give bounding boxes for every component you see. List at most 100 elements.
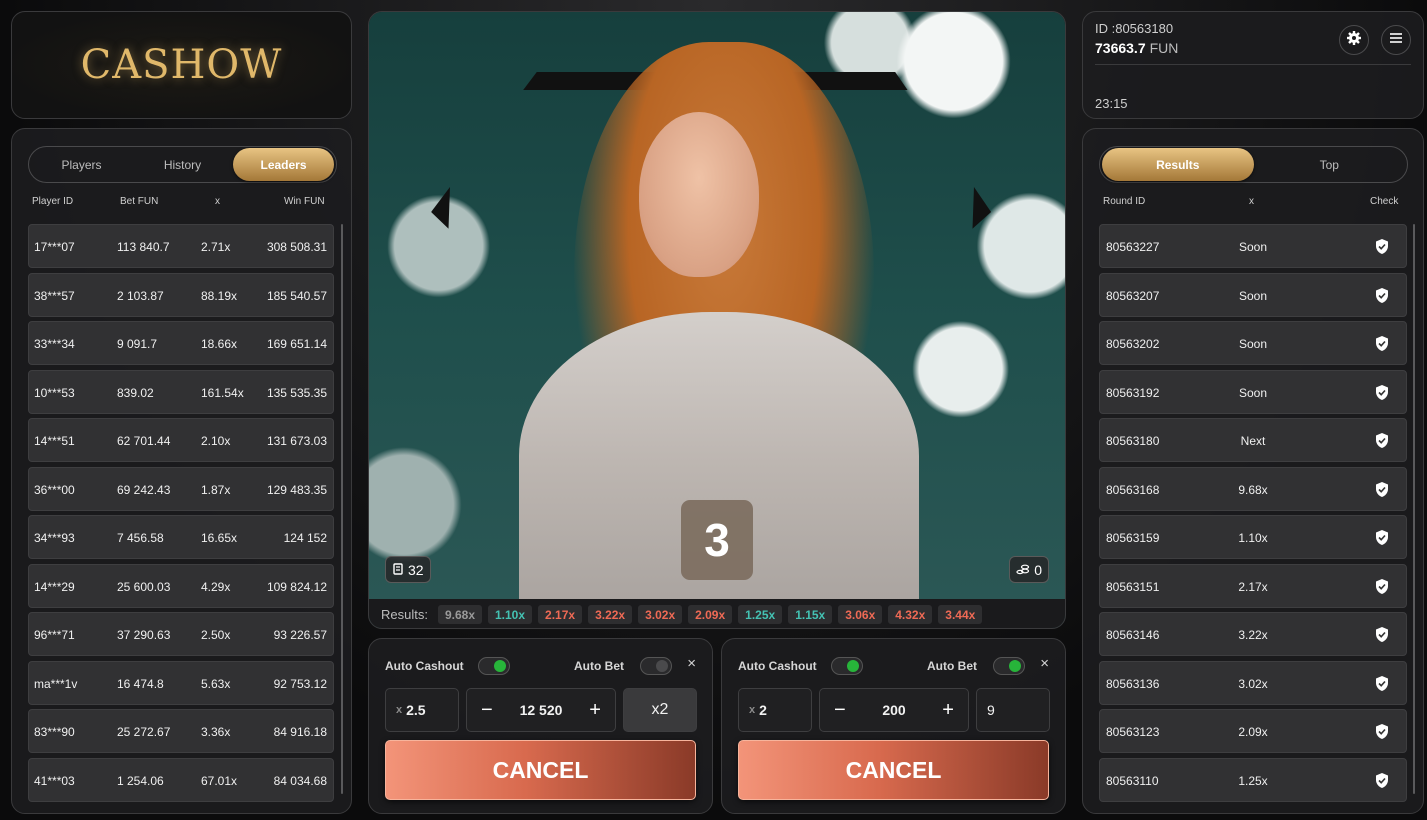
tab-top[interactable]: Top (1254, 148, 1406, 181)
table-row: 80563151 2.17x (1099, 563, 1407, 608)
player-id: 14***51 (34, 434, 75, 448)
table-row: ma***1v 16 474.8 5.63x 92 753.12 (28, 660, 334, 705)
bets-count-badge[interactable]: 0 (1009, 556, 1049, 583)
auto-cashout-input[interactable]: x 2.5 (385, 688, 459, 732)
toggle-knob (494, 660, 506, 672)
players-count-value: 32 (408, 561, 424, 578)
shield-check-icon[interactable] (1374, 529, 1390, 546)
bet-amount: 2 103.87 (117, 288, 164, 303)
countdown-timer: 3 (681, 500, 753, 580)
round-id: 80563180 (1106, 434, 1160, 448)
shield-check-icon[interactable] (1374, 675, 1390, 692)
leaders-panel: Players History Leaders Player ID Bet FU… (11, 128, 352, 814)
shield-check-icon[interactable] (1374, 335, 1390, 352)
round-multiplier: 2.09x (1238, 725, 1268, 739)
minus-button[interactable]: − (481, 699, 493, 722)
cancel-button[interactable]: CANCEL (738, 740, 1049, 800)
close-icon[interactable]: × (1040, 655, 1049, 672)
shield-check-icon[interactable] (1374, 238, 1390, 255)
results-scrollbar[interactable] (1413, 224, 1415, 794)
plus-button[interactable]: + (589, 699, 601, 722)
tab-leaders[interactable]: Leaders (233, 148, 334, 181)
shield-check-icon[interactable] (1374, 384, 1390, 401)
shield-check-icon[interactable] (1374, 772, 1390, 789)
players-icon (392, 562, 404, 578)
logo-panel: CASHOW (11, 11, 352, 119)
multiplier-prefix: x (749, 704, 756, 716)
bet-amount: 16 474.8 (117, 676, 164, 691)
shield-check-icon[interactable] (1374, 626, 1390, 643)
result-chip: 2.09x (688, 605, 733, 624)
double-bet-button[interactable]: x2 (623, 688, 697, 732)
round-id: 80563202 (1106, 337, 1160, 351)
win-amount: 185 540.57 (266, 288, 327, 303)
minus-button[interactable]: − (834, 699, 846, 722)
multiplier: 67.01x (201, 773, 238, 788)
auto-bet-label: Auto Bet (927, 659, 977, 673)
auto-cashout-toggle[interactable] (478, 657, 510, 675)
leaders-scrollbar[interactable] (341, 224, 343, 794)
bet-amount: 1 254.06 (117, 773, 164, 788)
col-round-id: Round ID (1103, 196, 1146, 207)
table-row: 80563146 3.22x (1099, 612, 1407, 656)
account-divider (1095, 64, 1411, 65)
tab-history[interactable]: History (132, 148, 233, 181)
settings-button[interactable] (1339, 25, 1369, 55)
shield-check-icon[interactable] (1374, 432, 1390, 449)
table-row: 80563202 Soon (1099, 321, 1407, 365)
tab-results[interactable]: Results (1102, 148, 1254, 181)
multiplier: 5.63x (201, 676, 231, 691)
auto-bet-toggle[interactable] (993, 657, 1025, 675)
win-amount: 308 508.31 (266, 240, 327, 254)
clock: 23:15 (1095, 96, 1128, 111)
bet-amount: 839.02 (117, 385, 154, 400)
menu-button[interactable] (1381, 25, 1411, 55)
round-multiplier: 3.02x (1238, 676, 1268, 691)
auto-cashout-input[interactable]: x2 (738, 688, 812, 732)
bet-amount: 37 290.63 (117, 628, 171, 642)
bet-options: Auto Cashout Auto Bet × (385, 655, 696, 675)
bet-amount: 25 600.03 (117, 579, 171, 594)
shield-check-icon[interactable] (1374, 723, 1390, 740)
shield-check-icon[interactable] (1374, 287, 1390, 304)
toggle-knob (656, 660, 668, 672)
round-id: 80563123 (1106, 725, 1160, 739)
close-icon[interactable]: × (687, 655, 696, 672)
shield-check-icon[interactable] (1374, 578, 1390, 595)
bet-amount-stepper[interactable]: − 200 + (819, 688, 969, 732)
plus-button[interactable]: + (942, 699, 954, 722)
bet-amount-stepper[interactable]: − 12 520 + (466, 688, 616, 732)
win-amount: 109 824.12 (266, 579, 327, 594)
col-player-id: Player ID (32, 196, 74, 207)
hamburger-icon (1389, 31, 1403, 49)
tab-players[interactable]: Players (31, 148, 132, 181)
bet-options: Auto Cashout Auto Bet × (738, 655, 1049, 675)
auto-cashout-toggle[interactable] (831, 657, 863, 675)
shield-check-icon[interactable] (1374, 481, 1390, 498)
round-multiplier: 9.68x (1238, 482, 1268, 497)
multiplier: 1.87x (201, 482, 231, 497)
bet-amount: 113 840.7 (117, 240, 170, 254)
multiplier: 3.36x (201, 725, 231, 739)
table-row: 96***71 37 290.63 2.50x 93 226.57 (28, 612, 334, 656)
round-multiplier: Soon (1238, 288, 1268, 303)
auto-bet-rounds-input[interactable]: 9 (976, 688, 1050, 732)
coins-icon (1016, 562, 1030, 578)
bet-amount: 62 701.44 (117, 434, 171, 448)
table-row: 83***90 25 272.67 3.36x 84 916.18 (28, 709, 334, 753)
auto-cashout-label: Auto Cashout (738, 659, 817, 673)
col-bet: Bet FUN (120, 196, 159, 207)
col-x: x (1249, 196, 1254, 207)
cancel-button[interactable]: CANCEL (385, 740, 696, 800)
player-id: 38***57 (34, 288, 75, 303)
players-count-badge[interactable]: 32 (385, 556, 431, 583)
video-stream: 3 32 0 Results: 9.68x 1.10x 2.17x 3.22x 3.02… (368, 11, 1066, 629)
win-amount: 169 651.14 (266, 337, 327, 351)
win-amount: 84 034.68 (273, 773, 327, 788)
player-id: 96***71 (34, 628, 75, 642)
col-x: x (215, 196, 220, 207)
results-label: Results: (381, 607, 428, 622)
result-chip: 3.02x (638, 605, 683, 624)
bet-amount-value: 12 520 (519, 702, 563, 718)
auto-bet-toggle[interactable] (640, 657, 672, 675)
